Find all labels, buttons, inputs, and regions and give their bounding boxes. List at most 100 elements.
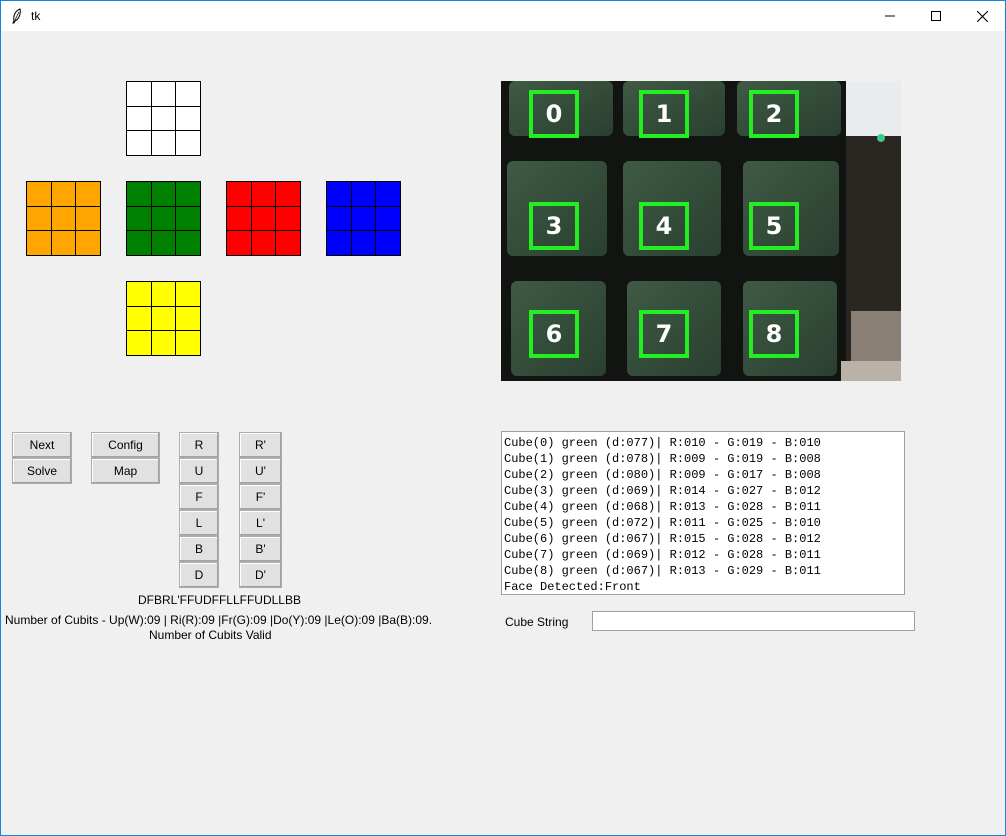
log-line: Cube(3) green (d:069)| R:014 - G:027 - B… [504, 484, 821, 498]
sticker [351, 206, 376, 231]
marker-label: 5 [766, 212, 783, 240]
sticker [51, 231, 76, 255]
close-button[interactable] [959, 1, 1005, 31]
marker-label: 1 [656, 100, 673, 128]
move-l-button[interactable]: L [179, 510, 219, 536]
sticker [51, 182, 76, 206]
move-b-button[interactable]: B [179, 536, 219, 562]
title-bar: tk [1, 1, 1005, 31]
move-r-prime-button[interactable]: R' [239, 432, 282, 458]
marker-label: 6 [546, 320, 563, 348]
sticker [151, 131, 176, 155]
log-line: Cube(6) green (d:067)| R:015 - G:028 - B… [504, 532, 821, 546]
sticker [376, 231, 400, 255]
sticker [227, 206, 251, 231]
sticker [76, 206, 100, 231]
log-line: Cube(2) green (d:080)| R:009 - G:017 - B… [504, 468, 821, 482]
sticker [127, 82, 151, 106]
log-line: Cube(8) green (d:067)| R:013 - G:029 - B… [504, 564, 821, 578]
move-d-button[interactable]: D [179, 562, 219, 588]
log-line: Face Detected:Front [504, 580, 641, 594]
sticker [151, 182, 176, 206]
move-u-button[interactable]: U [179, 458, 219, 484]
face-left [26, 181, 101, 256]
log-line: Cube(0) green (d:077)| R:010 - G:019 - B… [504, 436, 821, 450]
maximize-icon [931, 11, 941, 21]
solve-button[interactable]: Solve [12, 458, 72, 484]
sticker [151, 331, 176, 355]
sticker [376, 206, 400, 231]
sticker [376, 182, 400, 206]
move-r-button[interactable]: R [179, 432, 219, 458]
sticker [176, 282, 200, 306]
face-up [126, 81, 201, 156]
marker-label: 3 [546, 212, 563, 240]
cubits-count-label: Number of Cubits - Up(W):09 | Ri(R):09 |… [5, 613, 433, 627]
sticker [127, 306, 151, 331]
face-right [226, 181, 301, 256]
sticker [151, 206, 176, 231]
sticker [27, 231, 51, 255]
config-button[interactable]: Config [91, 432, 160, 458]
sticker [27, 182, 51, 206]
sticker [276, 206, 300, 231]
sticker [327, 182, 351, 206]
move-f-button[interactable]: F [179, 484, 219, 510]
cube-string-label: Cube String [505, 615, 569, 629]
move-u-prime-button[interactable]: U' [239, 458, 282, 484]
sticker [176, 106, 200, 131]
marker-label: 7 [656, 320, 673, 348]
log-line: Cube(4) green (d:068)| R:013 - G:028 - B… [504, 500, 821, 514]
close-icon [976, 10, 988, 22]
app-window: tk 0 1 2 3 4 5 6 7 8 Next Solve Config M… [0, 0, 1006, 836]
map-button[interactable]: Map [91, 458, 160, 484]
sticker [27, 206, 51, 231]
sticker [127, 131, 151, 155]
marker-label: 2 [766, 100, 783, 128]
sticker [327, 231, 351, 255]
cubits-valid-label: Number of Cubits Valid [149, 628, 272, 642]
face-back [326, 181, 401, 256]
cube-string-input[interactable] [592, 611, 915, 631]
sticker [127, 231, 151, 255]
sticker [127, 182, 151, 206]
marker-label: 4 [656, 212, 673, 240]
sticker [51, 206, 76, 231]
sticker [176, 182, 200, 206]
face-front [126, 181, 201, 256]
sticker [176, 306, 200, 331]
sticker [176, 82, 200, 106]
move-l-prime-button[interactable]: L' [239, 510, 282, 536]
sticker [276, 231, 300, 255]
log-line: Cube(7) green (d:069)| R:012 - G:028 - B… [504, 548, 821, 562]
sticker [327, 206, 351, 231]
sticker [176, 331, 200, 355]
sticker [151, 231, 176, 255]
feather-icon [12, 8, 21, 24]
sticker [127, 106, 151, 131]
sticker [127, 331, 151, 355]
sticker [251, 231, 276, 255]
maximize-button[interactable] [913, 1, 959, 31]
move-f-prime-button[interactable]: F' [239, 484, 282, 510]
sticker [251, 182, 276, 206]
sticker [127, 282, 151, 306]
sticker [127, 206, 151, 231]
move-d-prime-button[interactable]: D' [239, 562, 282, 588]
sticker [227, 182, 251, 206]
sticker [351, 182, 376, 206]
detection-log[interactable]: Cube(0) green (d:077)| R:010 - G:019 - B… [501, 431, 905, 595]
marker-label: 0 [546, 100, 563, 128]
sticker [151, 82, 176, 106]
marker-label: 8 [766, 320, 783, 348]
next-button[interactable]: Next [12, 432, 72, 458]
sticker [227, 231, 251, 255]
minimize-icon [885, 15, 895, 17]
sticker [176, 206, 200, 231]
move-b-prime-button[interactable]: B' [239, 536, 282, 562]
minimize-button[interactable] [867, 1, 913, 31]
sticker [151, 282, 176, 306]
sticker [176, 131, 200, 155]
sticker [76, 231, 100, 255]
window-title: tk [31, 9, 41, 23]
